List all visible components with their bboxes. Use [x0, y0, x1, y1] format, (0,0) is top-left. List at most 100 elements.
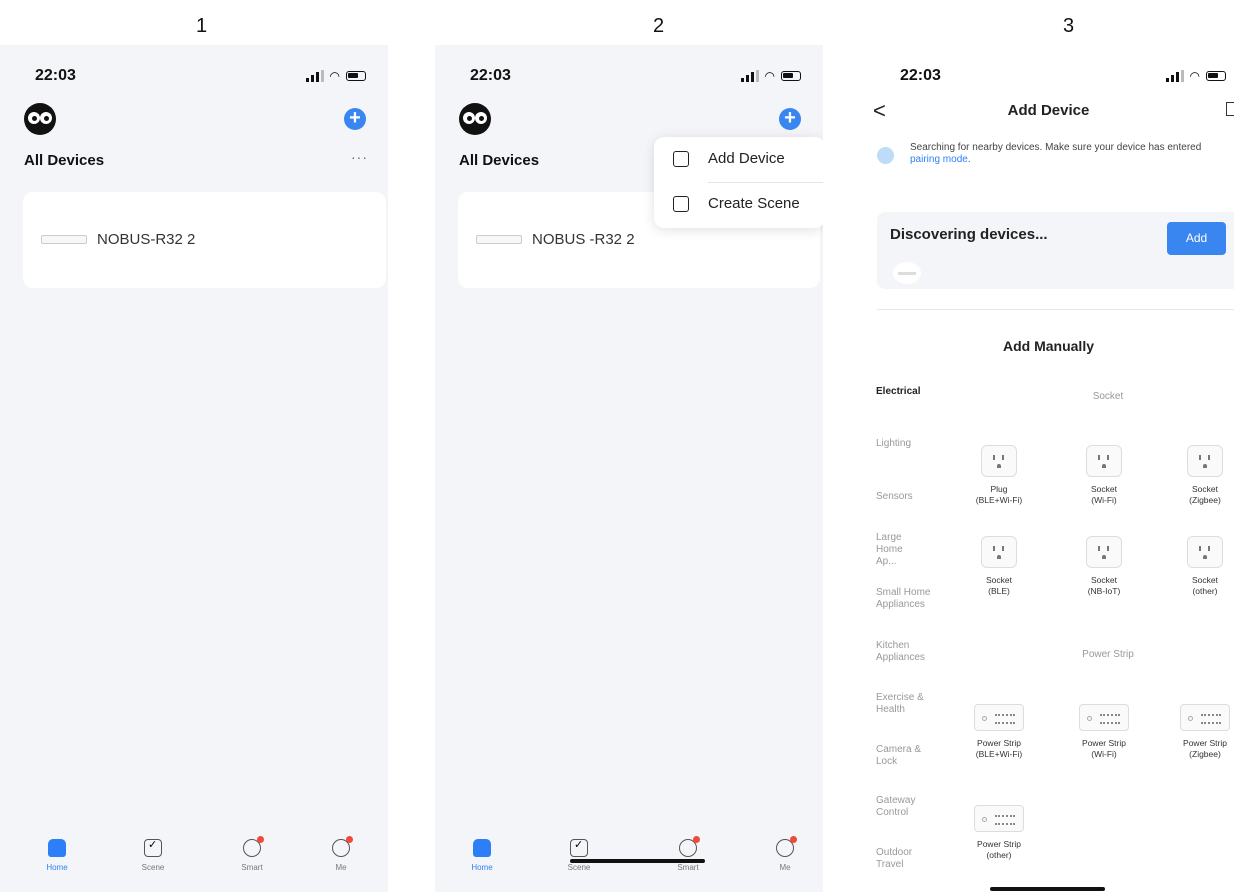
page-title: Add Device	[1007, 102, 1090, 119]
device-item-label: Socket (Zigbee)	[1189, 484, 1221, 505]
category-outdoor[interactable]: Outdoor Travel	[876, 847, 926, 871]
category-kitchen[interactable]: Kitchen Appliances	[876, 640, 936, 664]
category-electrical[interactable]: Electrical	[876, 386, 920, 398]
tab-bar: Home ✓ Scene Smart Me	[0, 833, 388, 892]
tab-home-label: Home	[471, 863, 493, 872]
device-item-label: Socket (NB-IoT)	[1087, 575, 1121, 596]
profile-icon	[776, 836, 797, 857]
home-screen-menu-open: 22:03 ◠ + All Devices NOBUS -R32 2 Add D…	[435, 45, 823, 892]
tab-scene-label: Scene	[567, 863, 591, 872]
category-camera[interactable]: Camera & Lock	[876, 744, 926, 768]
home-icon	[48, 839, 66, 857]
scene-icon: ✓	[144, 839, 162, 857]
add-button[interactable]: +	[344, 108, 366, 130]
device-item[interactable]: Socket (BLE)	[963, 536, 1035, 597]
device-item[interactable]: Plug (BLE+Wi-Fi)	[963, 445, 1035, 506]
device-item-label: Power Strip (BLE+Wi-Fi)	[975, 738, 1023, 759]
tab-home[interactable]: Home	[452, 839, 512, 872]
home-screen: 22:03 ◠ + All Devices ··· NOBUS-R32 2 Ho…	[0, 45, 388, 892]
category-exercise[interactable]: Exercise & Health	[876, 692, 926, 716]
device-item-label: Socket (other)	[1192, 575, 1218, 596]
create-scene-icon	[673, 196, 689, 212]
tab-scene-label: Scene	[141, 863, 165, 872]
device-item[interactable]: Socket (other)	[1169, 536, 1234, 597]
tab-scene[interactable]: ✓ Scene	[123, 839, 183, 872]
tab-smart[interactable]: Smart	[658, 836, 718, 872]
notification-dot	[693, 836, 700, 843]
notification-dot	[790, 836, 797, 843]
menu-item-add-device[interactable]: Add Device	[654, 137, 823, 182]
signal-icon	[740, 70, 759, 82]
add-device-icon	[673, 151, 689, 167]
device-item[interactable]: Power Strip (other)	[963, 805, 1035, 861]
socket-icon	[981, 536, 1017, 568]
page-title: All Devices	[24, 152, 105, 169]
profile-icon	[332, 836, 353, 857]
device-name: NOBUS -R32 2	[532, 231, 635, 248]
category-lighting[interactable]: Lighting	[876, 438, 911, 450]
add-discovered-button[interactable]: Add	[1167, 222, 1226, 255]
category-small-home[interactable]: Small Home Appliances	[876, 587, 940, 611]
divider	[877, 309, 1234, 310]
discovering-card: Discovering devices... Add	[877, 212, 1234, 289]
avatar[interactable]	[24, 103, 56, 135]
device-item[interactable]: Socket (Wi-Fi)	[1068, 445, 1140, 506]
menu-item-create-scene[interactable]: Create Scene	[654, 182, 823, 227]
add-manually-title: Add Manually	[1002, 338, 1094, 354]
tab-scene[interactable]: ✓ Scene	[549, 839, 609, 872]
device-item-label: Socket (Wi-Fi)	[1091, 484, 1117, 505]
status-bar: 22:03 ◠	[0, 63, 388, 93]
signal-icon	[305, 70, 324, 82]
section-power-strip-title: Power Strip	[1082, 649, 1134, 660]
tab-home-label: Home	[46, 863, 68, 872]
tab-home[interactable]: Home	[27, 839, 87, 872]
tab-smart-label: Smart	[241, 863, 263, 872]
home-indicator	[570, 859, 705, 863]
device-item[interactable]: Power Strip (BLE+Wi-Fi)	[963, 704, 1035, 760]
menu-item-label: Create Scene	[708, 195, 800, 212]
power-strip-icon	[974, 704, 1024, 731]
tab-me[interactable]: Me	[311, 836, 371, 872]
scan-icon[interactable]	[1226, 102, 1234, 116]
device-card[interactable]: NOBUS-R32 2	[23, 192, 386, 288]
device-item[interactable]: Power Strip (Wi-Fi)	[1068, 704, 1140, 760]
step-number-2: 2	[653, 15, 665, 37]
tab-me[interactable]: Me	[755, 836, 815, 872]
device-item-label: Plug (BLE+Wi-Fi)	[975, 484, 1023, 505]
more-options-icon[interactable]: ···	[351, 149, 368, 165]
home-indicator	[990, 887, 1105, 891]
device-item-label: Power Strip (Zigbee)	[1183, 738, 1227, 759]
socket-icon	[1187, 536, 1223, 568]
power-strip-icon	[1180, 704, 1230, 731]
battery-icon	[1206, 71, 1226, 81]
tab-smart-label: Smart	[677, 863, 699, 872]
smart-icon	[679, 836, 700, 857]
searching-icon	[877, 147, 894, 164]
category-sensors[interactable]: Sensors	[876, 491, 913, 503]
category-gateway[interactable]: Gateway Control	[876, 795, 926, 819]
device-item[interactable]: Power Strip (Zigbee)	[1169, 704, 1234, 760]
socket-icon	[1086, 445, 1122, 477]
add-button[interactable]: +	[779, 108, 801, 130]
pairing-mode-link[interactable]: pairing mode	[910, 154, 968, 165]
scene-icon: ✓	[570, 839, 588, 857]
avatar[interactable]	[459, 103, 491, 135]
page-title: All Devices	[459, 152, 540, 169]
status-icons: ◠	[740, 69, 801, 83]
battery-icon	[781, 71, 801, 81]
tab-smart[interactable]: Smart	[222, 836, 282, 872]
status-bar: 22:03 ◠	[863, 63, 1234, 93]
step-number-3: 3	[1063, 15, 1075, 37]
step-number-1: 1	[196, 15, 208, 37]
notification-dot	[257, 836, 264, 843]
device-item[interactable]: Socket (NB-IoT)	[1068, 536, 1140, 597]
search-hint-text: Searching for nearby devices. Make sure …	[910, 142, 1202, 153]
device-name: NOBUS-R32 2	[97, 231, 196, 248]
device-item[interactable]: Socket (Zigbee)	[1169, 445, 1234, 506]
signal-icon	[1165, 70, 1184, 82]
status-bar: 22:03 ◠	[435, 63, 823, 93]
air-conditioner-icon	[41, 235, 87, 244]
tab-me-label: Me	[335, 863, 347, 872]
category-large-home[interactable]: Large Home Ap...	[876, 532, 920, 568]
wifi-icon: ◠	[764, 69, 775, 83]
